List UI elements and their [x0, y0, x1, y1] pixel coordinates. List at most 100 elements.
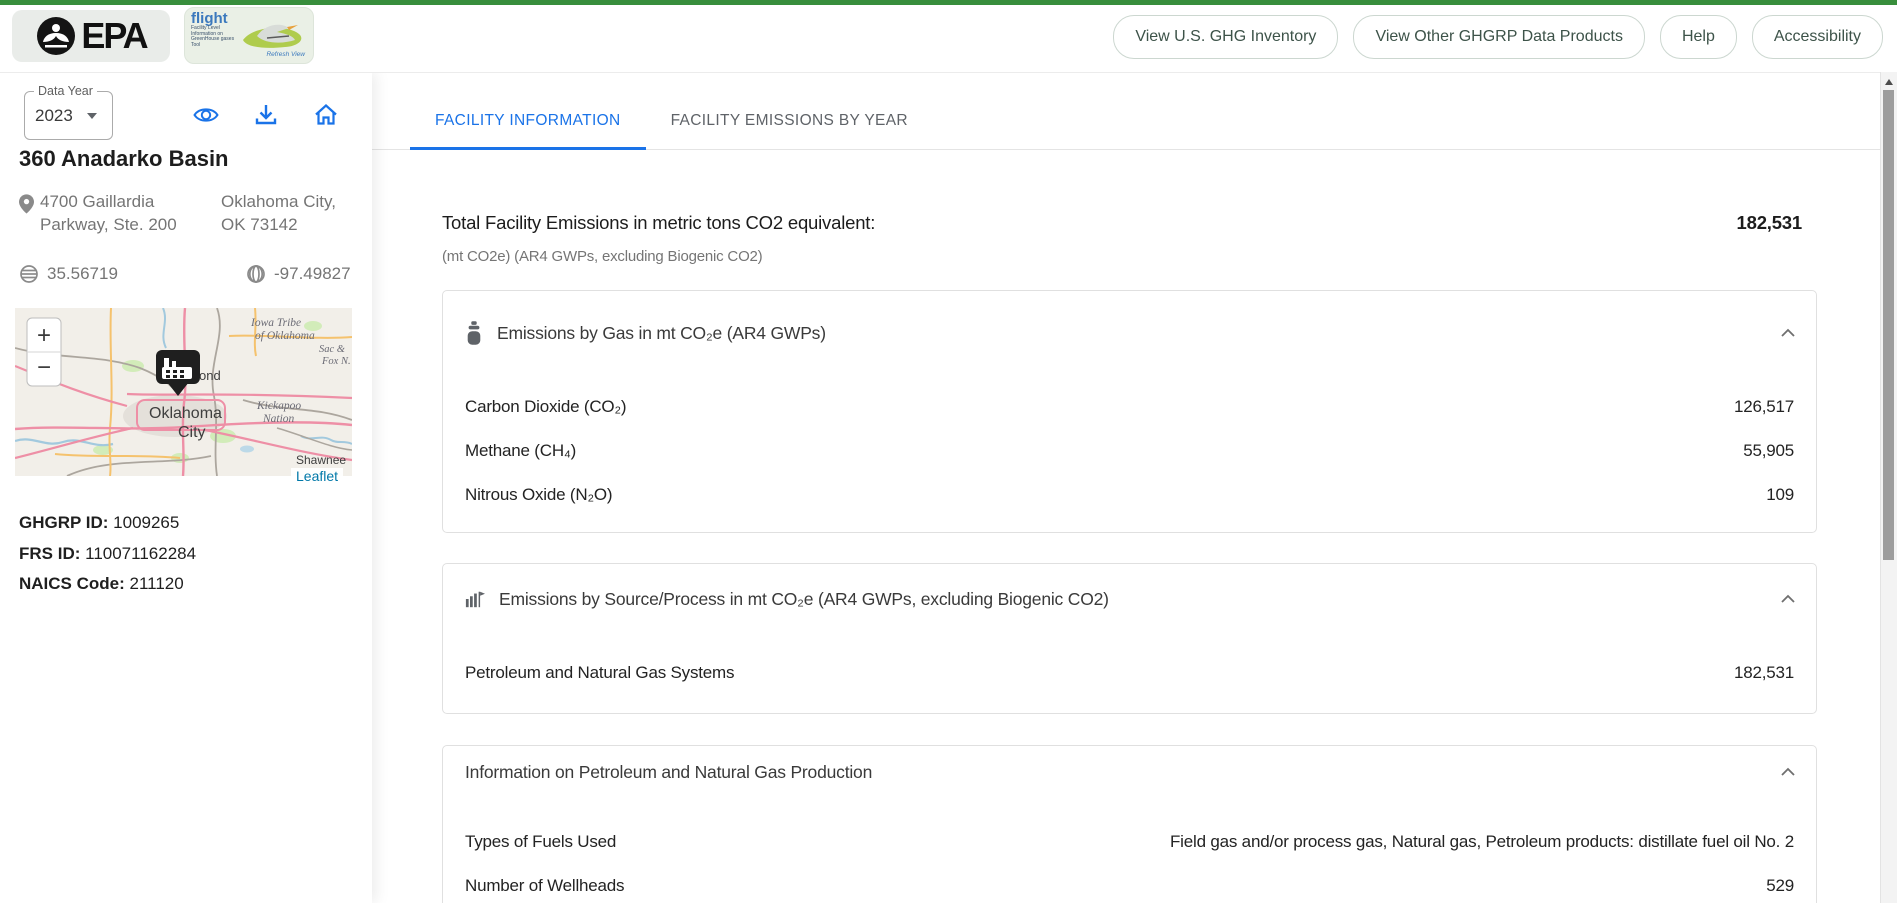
- source-label-petroleum: Petroleum and Natural Gas Systems: [465, 663, 734, 683]
- facility-name: 360 Anadarko Basin: [19, 146, 229, 172]
- naics-code-row: NAICS Code: 211120: [19, 569, 196, 600]
- total-emissions-value: 182,531: [1737, 212, 1802, 234]
- emissions-by-gas-header: Emissions by Gas in mt CO₂e (AR4 GWPs): [443, 291, 1816, 375]
- map-label-city: City: [178, 424, 206, 441]
- scrollbar-thumb[interactable]: [1883, 90, 1894, 560]
- longitude-value: -97.49827: [274, 264, 351, 284]
- gas-value-n2o: 109: [1766, 485, 1794, 505]
- flight-bird-icon: Refresh View: [237, 12, 307, 59]
- epa-logo[interactable]: EPA: [12, 10, 170, 62]
- wellheads-value: 529: [1766, 876, 1794, 896]
- view-other-ghgrp-products-button[interactable]: View Other GHGRP Data Products: [1353, 15, 1645, 59]
- gas-label-co2: Carbon Dioxide (CO₂): [465, 397, 626, 417]
- ghgrp-id-value: 1009265: [113, 513, 179, 532]
- total-emissions-label: Total Facility Emissions in metric tons …: [442, 212, 875, 234]
- map-pin-icon: [19, 194, 34, 214]
- production-row-wellheads: Number of Wellheads 529: [443, 864, 1816, 903]
- source-row-petroleum: Petroleum and Natural Gas Systems 182,53…: [443, 651, 1816, 695]
- top-header: EPA flight Facility Level Information on…: [0, 5, 1897, 73]
- epa-flight-facility-page: EPA flight Facility Level Information on…: [0, 0, 1897, 903]
- data-year-label: Data Year: [34, 84, 97, 98]
- emissions-by-gas-card: Emissions by Gas in mt CO₂e (AR4 GWPs) C…: [442, 290, 1817, 533]
- gas-row-co2: Carbon Dioxide (CO₂) 126,517: [443, 385, 1816, 429]
- facility-city-state: Oklahoma City, OK 73142: [221, 190, 336, 236]
- facility-sidebar: Data Year 2023 360 Anadarko Basin: [0, 72, 372, 903]
- scroll-up-arrow-icon[interactable]: [1885, 79, 1893, 85]
- address-city-2: OK 73142: [221, 213, 336, 236]
- gas-label-ch4: Methane (CH₄): [465, 441, 576, 461]
- map-zoom-out-button[interactable]: −: [37, 354, 51, 381]
- naics-code-label: NAICS Code:: [19, 574, 125, 593]
- chevron-up-icon[interactable]: [1780, 594, 1796, 604]
- facility-address: 4700 Gaillardia Parkway, Ste. 200: [40, 190, 177, 236]
- production-info-title: Information on Petroleum and Natural Gas…: [465, 762, 872, 783]
- flight-logo-tagline: Facility Level Information on GreenHouse…: [191, 26, 235, 48]
- longitude-row: -97.49827: [246, 264, 351, 284]
- facility-main-content: FACILITY INFORMATION FACILITY EMISSIONS …: [372, 72, 1881, 903]
- emissions-by-source-header: Emissions by Source/Process in mt CO₂e (…: [443, 564, 1816, 634]
- ghgrp-id-label: GHGRP ID:: [19, 513, 108, 532]
- gas-cylinder-icon: [465, 321, 483, 345]
- view-ghg-inventory-button[interactable]: View U.S. GHG Inventory: [1113, 15, 1338, 59]
- production-info-card: Information on Petroleum and Natural Gas…: [442, 745, 1817, 903]
- tab-facility-information[interactable]: FACILITY INFORMATION: [410, 92, 646, 149]
- production-row-fuels: Types of Fuels Used Field gas and/or pro…: [443, 820, 1816, 864]
- source-value-petroleum: 182,531: [1734, 663, 1794, 683]
- help-button[interactable]: Help: [1660, 15, 1737, 59]
- gas-value-ch4: 55,905: [1743, 441, 1794, 461]
- address-city-1: Oklahoma City,: [221, 190, 336, 213]
- map-label-nation: Nation: [262, 413, 295, 425]
- address-line-2: Parkway, Ste. 200: [40, 213, 177, 236]
- map-label-sac: Sac &: [319, 344, 346, 355]
- data-year-select[interactable]: Data Year 2023: [24, 91, 113, 140]
- flight-refresh-view-label[interactable]: Refresh View: [266, 51, 305, 58]
- chevron-up-icon[interactable]: [1780, 328, 1796, 338]
- map-label-kickapoo: Kickapoo: [256, 400, 301, 412]
- emissions-by-gas-title: Emissions by Gas in mt CO₂e (AR4 GWPs): [497, 323, 826, 344]
- flight-logo[interactable]: flight Facility Level Information on Gre…: [184, 7, 314, 64]
- tab-facility-emissions-by-year[interactable]: FACILITY EMISSIONS BY YEAR: [646, 92, 933, 149]
- map-zoom-in-button[interactable]: +: [37, 322, 51, 349]
- flight-logo-title: flight: [191, 12, 237, 26]
- gas-label-n2o: Nitrous Oxide (N₂O): [465, 485, 612, 505]
- emissions-by-source-title: Emissions by Source/Process in mt CO₂e (…: [499, 589, 1109, 610]
- frs-id-value: 110071162284: [85, 544, 196, 563]
- home-icon[interactable]: [312, 101, 340, 129]
- map-label-shawnee: Shawnee: [296, 453, 346, 467]
- tab-bar: FACILITY INFORMATION FACILITY EMISSIONS …: [372, 92, 1881, 150]
- epa-flower-icon: [35, 15, 77, 57]
- facility-map[interactable]: Iowa Tribe of Oklahoma Sac & Fox N. ond …: [15, 308, 352, 476]
- ghgrp-id-row: GHGRP ID: 1009265: [19, 508, 196, 539]
- data-year-value: 2023: [35, 106, 73, 126]
- map-label-oklahoma: Oklahoma: [149, 405, 222, 422]
- emissions-by-source-card: Emissions by Source/Process in mt CO₂e (…: [442, 563, 1817, 714]
- wellheads-label: Number of Wellheads: [465, 876, 624, 896]
- production-info-header: Information on Petroleum and Natural Gas…: [443, 746, 1816, 798]
- header-buttons: View U.S. GHG Inventory View Other GHGRP…: [1113, 15, 1883, 59]
- total-emissions-row: Total Facility Emissions in metric tons …: [442, 212, 1802, 234]
- eye-icon[interactable]: [192, 101, 220, 129]
- chevron-up-icon[interactable]: [1780, 767, 1796, 777]
- facility-ids: GHGRP ID: 1009265 FRS ID: 110071162284 N…: [19, 508, 196, 600]
- map-label-iowa-tribe: Iowa Tribe: [250, 317, 301, 329]
- map-label-fox: Fox N.: [321, 356, 351, 367]
- factory-icon: [465, 589, 485, 609]
- download-icon[interactable]: [252, 101, 280, 129]
- latitude-row: 35.56719: [19, 264, 118, 284]
- gas-row-n2o: Nitrous Oxide (N₂O) 109: [443, 473, 1816, 517]
- fuels-label: Types of Fuels Used: [465, 832, 616, 852]
- vertical-scrollbar[interactable]: [1880, 72, 1897, 903]
- map-label-iowa-tribe-2: of Oklahoma: [255, 330, 315, 342]
- naics-code-value: 211120: [130, 574, 184, 593]
- latitude-value: 35.56719: [47, 264, 118, 284]
- leaflet-attribution-link[interactable]: Leaflet: [291, 468, 343, 484]
- frs-id-row: FRS ID: 110071162284: [19, 539, 196, 570]
- globe-latitude-icon: [19, 264, 39, 284]
- accessibility-button[interactable]: Accessibility: [1752, 15, 1883, 59]
- address-line-1: 4700 Gaillardia: [40, 190, 177, 213]
- total-emissions-subtext: (mt CO2e) (AR4 GWPs, excluding Biogenic …: [442, 248, 762, 265]
- fuels-value: Field gas and/or process gas, Natural ga…: [1170, 832, 1794, 852]
- gas-value-co2: 126,517: [1734, 397, 1794, 417]
- gas-row-ch4: Methane (CH₄) 55,905: [443, 429, 1816, 473]
- epa-logo-text: EPA: [81, 15, 146, 57]
